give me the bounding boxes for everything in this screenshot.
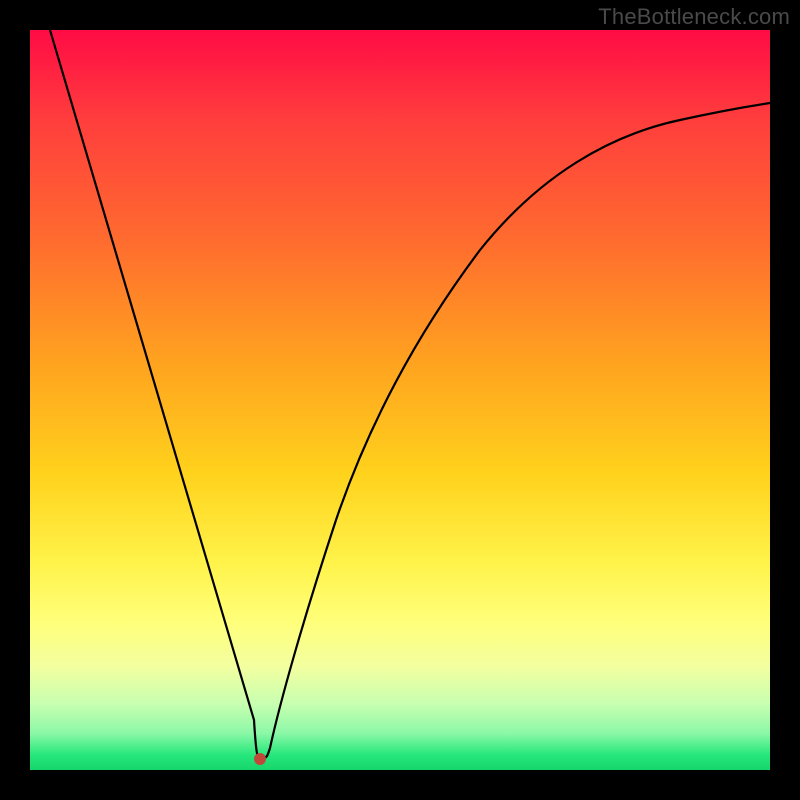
curve-svg [30, 30, 770, 770]
watermark-text: TheBottleneck.com [598, 4, 790, 30]
touch-marker [254, 753, 266, 765]
bottleneck-curve [50, 30, 770, 758]
chart-frame: TheBottleneck.com [0, 0, 800, 800]
plot-area [30, 30, 770, 770]
